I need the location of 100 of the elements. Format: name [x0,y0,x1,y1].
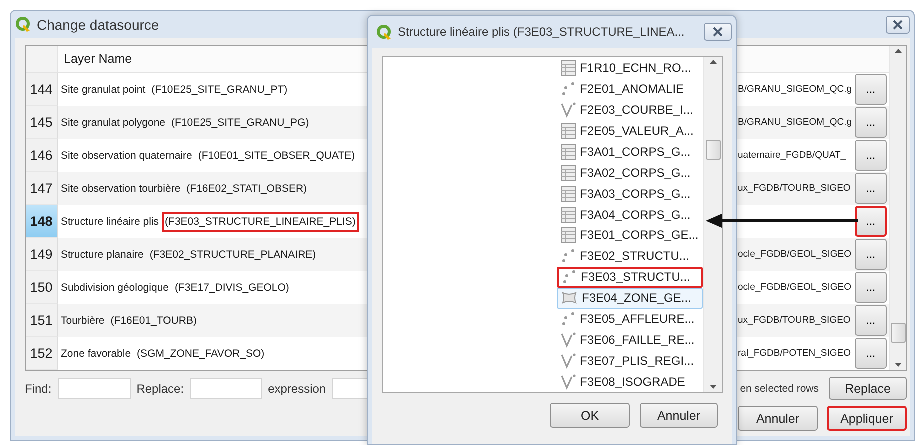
line-icon [561,102,576,118]
layer-source: (F10E25_SITE_GRANU_PT) [150,82,289,98]
table-icon [561,206,576,223]
find-label: Find: [25,382,52,396]
path-cell-text: ral_FGDB/POTEN_SIGEO [737,348,851,359]
browse-button[interactable]: ... [855,305,887,336]
layer-source: (SGM_ZONE_FAVOR_SO) [136,346,266,362]
layer-item[interactable]: F3A01_CORPS_G... [557,142,703,162]
browse-button[interactable]: ... [855,338,887,369]
line-icon [561,332,576,348]
scroll-thumb[interactable] [706,140,720,160]
layer-item[interactable]: F3E02_STRUCTU... [557,246,703,267]
row-header[interactable]: 144 [26,73,58,106]
browse-button[interactable]: ... [855,272,887,303]
path-cell-text: ux_FGDB/TOURB_SIGEO [737,183,851,194]
browse-button[interactable]: ... [855,173,887,204]
layer-item[interactable]: F3E05_AFFLEURE... [557,308,703,330]
browse-button[interactable]: ... [855,206,887,237]
app-logo-icon [15,16,32,33]
polygon-icon [561,291,578,306]
table-icon [561,227,576,244]
table-icon [561,60,576,76]
layer-item[interactable]: F2E05_VALEUR_A... [557,120,703,142]
layer-item[interactable]: F3E01_CORPS_GE... [557,225,703,246]
close-icon [893,20,903,30]
layer-name: Site granulat polygone [61,116,166,128]
layer-name: Subdivision géologique [61,282,169,294]
layer-source: (F16E01_TOURB) [110,314,198,328]
app-logo-icon [376,24,393,40]
close-button[interactable] [704,23,732,41]
line-icon [561,374,576,390]
layer-item[interactable]: F3A02_CORPS_G... [557,162,703,184]
layer-name: Structure planaire [61,248,144,260]
replace-button[interactable]: Replace [829,377,907,400]
find-field[interactable] [58,378,131,399]
dialog-button[interactable]: OK [550,403,630,428]
layer-item[interactable]: F3A03_CORPS_G... [557,183,703,204]
table-icon [561,186,576,202]
layer-name: Zone favorable [61,348,132,360]
layer-name: Structure linéaire plis [61,216,160,228]
scroll-up-icon[interactable] [710,60,716,64]
row-header[interactable]: 148 [26,205,58,238]
points-icon [562,269,577,286]
browse-button[interactable]: ... [855,140,887,171]
line-icon [561,352,576,369]
close-icon [713,27,723,37]
table-icon [561,144,576,160]
layer-item[interactable]: F3A04_CORPS_G... [557,204,703,225]
dialog-button[interactable]: Annuler [640,403,718,428]
layer-item[interactable]: F3E03_STRUCTU... [557,266,703,288]
scroll-up-icon[interactable] [894,49,902,53]
close-button[interactable] [886,16,910,34]
layer-source: (F16E02_STATI_OBSER) [186,182,308,196]
path-cell-text: ux_FGDB/TOURB_SIGEO [737,315,851,326]
dialog-button[interactable]: Annuler [738,406,818,431]
path-cell-text: uaternaire_FGDB/QUAT_ [737,150,846,161]
scroll-thumb[interactable] [890,323,906,343]
replace-label: Replace: [136,382,184,396]
layer-name: Site observation tourbière [61,182,181,194]
browse-button[interactable]: ... [855,107,887,138]
layer-item[interactable]: F3E07_PLIS_REGI... [557,350,703,372]
row-header[interactable]: 152 [26,337,58,370]
layer-source: (F10E25_SITE_GRANU_PG) [170,116,310,130]
row-header[interactable]: 145 [26,106,58,139]
scroll-down-icon[interactable] [894,363,902,367]
layer-item[interactable]: F2E03_COURBE_I... [557,100,703,121]
table-icon [561,123,576,140]
replace-field[interactable] [190,378,262,399]
path-cell-text: B/GRANU_SIGEOM_QC.g [737,117,852,128]
layer-source: (F10E01_SITE_OBSER_QUATE) [197,148,356,164]
row-header[interactable]: 149 [26,238,58,271]
layer-item[interactable]: F2E01_ANOMALIE [557,78,703,100]
layer-item[interactable]: F1R10_ECHN_RO... [557,58,703,79]
browse-button[interactable]: ... [855,239,887,270]
path-cell-text: B/GRANU_SIGEOM_QC.g [737,84,852,95]
selected-rows-text: en selected rows [740,382,819,394]
scrollbar[interactable] [889,46,906,370]
points-icon [561,310,576,327]
scroll-down-icon[interactable] [710,385,716,389]
table-icon [561,164,576,181]
layer-item[interactable]: F3E08_ISOGRADE [557,371,703,392]
column-header[interactable]: Layer Name [58,46,132,72]
layer-item[interactable]: F3E04_ZONE_GE... [557,288,703,309]
path-cell-text: ocle_FGDB/GEOL_SIGEO [737,282,852,293]
layer-name: Tourbière [61,314,105,326]
row-header[interactable]: 147 [26,172,58,205]
layer-source: (F3E03_STRUCTURE_LINEAIRE_PLIS) [162,212,359,232]
dialog-title: Structure linéaire plis (F3E03_STRUCTURE_LINEA... [398,25,685,39]
layer-name: Site observation quaternaire [61,150,192,162]
row-header[interactable]: 146 [26,139,58,172]
browse-button[interactable]: ... [855,74,887,105]
row-header[interactable]: 151 [26,304,58,337]
points-icon [561,248,576,264]
layer-name: Site granulat point [61,84,146,96]
scrollbar[interactable] [703,57,722,392]
window-title: Change datasource [37,16,160,32]
layer-item[interactable]: F3E06_FAILLE_RE... [557,329,703,350]
points-icon [561,81,576,98]
dialog-button[interactable]: Appliquer [827,406,907,431]
row-header[interactable]: 150 [26,271,58,304]
